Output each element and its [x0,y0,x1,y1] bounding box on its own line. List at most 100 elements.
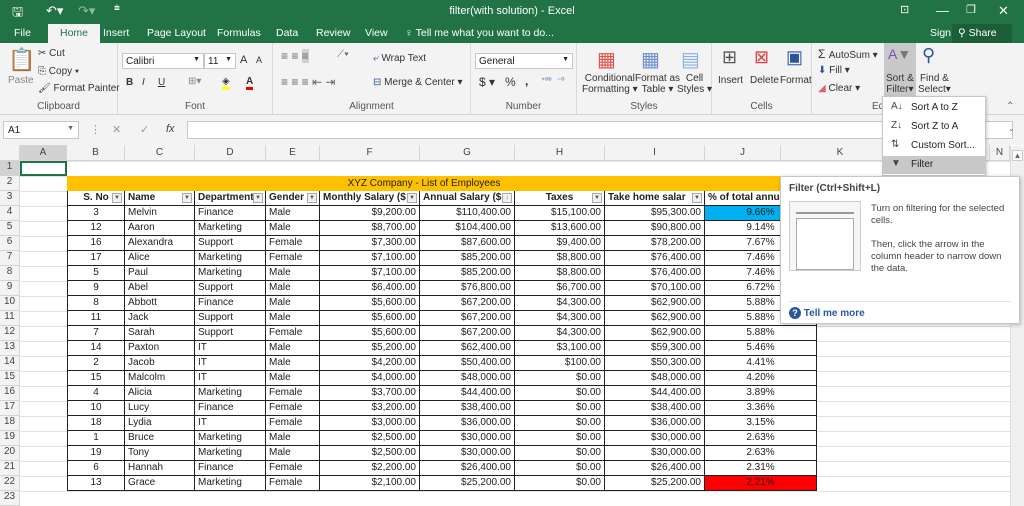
fill-color-icon[interactable]: ◈ [222,76,230,90]
cell-annual-salary[interactable]: $44,400.00 [420,386,515,401]
format-painter-button[interactable]: 🖌 Format Painter [38,83,120,94]
cell-name[interactable]: Lucy [125,401,195,416]
row-header-16[interactable]: 16 [0,386,20,401]
cell-pct-total[interactable]: 3.36% [705,401,817,416]
orientation-icon[interactable]: ⟋▾ [337,49,349,60]
magnifier-icon[interactable]: ⚲ [922,45,935,66]
cell-take-home[interactable]: $95,300.00 [605,206,705,221]
cell-sno[interactable]: 1 [67,431,125,446]
cell-annual-salary[interactable]: $26,400.00 [420,461,515,476]
cell-annual-salary[interactable]: $30,000.00 [420,446,515,461]
menu-item-filter[interactable]: ▼ Filter [883,156,985,174]
column-header-h[interactable]: H [515,145,605,161]
menu-item-sort-a-to-z[interactable]: A↓ Sort A to Z [883,99,985,117]
cell-gender[interactable]: Female [266,401,320,416]
row-header-3[interactable]: 3 [0,191,20,206]
filter-dropdown-icon[interactable]: ▼ [307,193,317,203]
column-header-j[interactable]: J [705,145,781,161]
cell-taxes[interactable]: $0.00 [515,371,605,386]
cell-sno[interactable]: 16 [67,236,125,251]
cell-department[interactable]: Marketing [195,446,266,461]
cell-gender[interactable]: Male [266,311,320,326]
close-button[interactable]: ✕ [998,3,1009,19]
clear-button[interactable]: ◢ Clear ▾ [818,83,860,94]
row-header-19[interactable]: 19 [0,431,20,446]
cell-name[interactable]: Tony [125,446,195,461]
cell-pct-total[interactable]: 5.46% [705,341,817,356]
column-header-i[interactable]: I [605,145,705,161]
cell-monthly-salary[interactable]: $6,400.00 [320,281,420,296]
cell-annual-salary[interactable]: $67,200.00 [420,326,515,341]
row-header-17[interactable]: 17 [0,401,20,416]
tab-view[interactable]: View [365,27,388,39]
tell-me-more-link[interactable]: ? Tell me more [789,307,865,319]
cell-gender[interactable]: Male [266,221,320,236]
cell-annual-salary[interactable]: $67,200.00 [420,311,515,326]
cell-name[interactable]: Jack [125,311,195,326]
row-header-1[interactable]: 1 [0,161,20,176]
cell-take-home[interactable]: $59,300.00 [605,341,705,356]
cell-taxes[interactable]: $0.00 [515,461,605,476]
row-header-13[interactable]: 13 [0,341,20,356]
copy-button[interactable]: ⎘ Copy ▾ [38,66,79,77]
row-header-11[interactable]: 11 [0,311,20,326]
tab-page-layout[interactable]: Page Layout [147,27,206,39]
cell-sno[interactable]: 9 [67,281,125,296]
tab-formulas[interactable]: Formulas [217,27,261,39]
cell-take-home[interactable]: $76,400.00 [605,251,705,266]
cell-gender[interactable]: Male [266,356,320,371]
cell-name[interactable]: Alexandra [125,236,195,251]
cell-name[interactable]: Melvin [125,206,195,221]
cell-pct-total[interactable]: 2.31% [705,461,817,476]
paste-button[interactable]: Paste [8,75,34,86]
cell-take-home[interactable]: $30,000.00 [605,446,705,461]
menu-item-sort-z-to-a[interactable]: Z↓ Sort Z to A [883,118,985,136]
cell-monthly-salary[interactable]: $3,000.00 [320,416,420,431]
borders-icon[interactable]: ⊞▾ [188,76,201,87]
cell-take-home[interactable]: $62,900.00 [605,311,705,326]
italic-button[interactable]: I [142,77,145,88]
conditional-formatting-icon[interactable]: ▦ [597,47,616,72]
column-header-e[interactable]: E [266,145,320,161]
scroll-up-icon[interactable]: ▲ [1012,150,1023,161]
select-all-corner[interactable] [0,145,20,161]
cell-take-home[interactable]: $25,200.00 [605,476,705,491]
cell-monthly-salary[interactable]: $3,700.00 [320,386,420,401]
cell-take-home[interactable]: $48,000.00 [605,371,705,386]
cell-monthly-salary[interactable]: $8,700.00 [320,221,420,236]
active-cell-a1[interactable] [20,161,67,176]
cell-name[interactable]: Jacob [125,356,195,371]
cell-monthly-salary[interactable]: $4,200.00 [320,356,420,371]
cell-name[interactable]: Abel [125,281,195,296]
tab-review[interactable]: Review [316,27,350,39]
filter-dropdown-icon[interactable]: ▼ [182,193,192,203]
cell-sno[interactable]: 8 [67,296,125,311]
cell-monthly-salary[interactable]: $5,600.00 [320,326,420,341]
cell-taxes[interactable]: $0.00 [515,401,605,416]
decrease-decimal-icon[interactable]: ⁻⁰ [557,76,564,85]
cell-annual-salary[interactable]: $50,400.00 [420,356,515,371]
header-gender[interactable]: Gender ▼ [266,191,320,206]
row-header-18[interactable]: 18 [0,416,20,431]
cell-annual-salary[interactable]: $67,200.00 [420,296,515,311]
cell-monthly-salary[interactable]: $7,300.00 [320,236,420,251]
cell-department[interactable]: IT [195,371,266,386]
cell-gender[interactable]: Male [266,281,320,296]
cell-annual-salary[interactable]: $85,200.00 [420,251,515,266]
cell-take-home[interactable]: $90,800.00 [605,221,705,236]
cell-annual-salary[interactable]: $104,400.00 [420,221,515,236]
cell-department[interactable]: Support [195,326,266,341]
cell-pct-total[interactable]: 3.89% [705,386,817,401]
cell-monthly-salary[interactable]: $2,500.00 [320,446,420,461]
cell-sno[interactable]: 4 [67,386,125,401]
header-monthly-salary[interactable]: Monthly Salary ($ ▼ [320,191,420,206]
cell-name[interactable]: Bruce [125,431,195,446]
cell-sno[interactable]: 13 [67,476,125,491]
merge-center-button[interactable]: ⊟ Merge & Center ▾ [373,77,463,88]
delete-button[interactable]: Delete [750,75,779,86]
increase-decimal-icon[interactable]: ⁺⁰⁰ [541,76,552,85]
tell-me-search[interactable]: ♀ Tell me what you want to do... [405,27,554,39]
column-header-a[interactable]: A [20,145,67,161]
cell-styles-button[interactable]: Cell Styles ▾ [677,73,712,95]
cell-sno[interactable]: 12 [67,221,125,236]
